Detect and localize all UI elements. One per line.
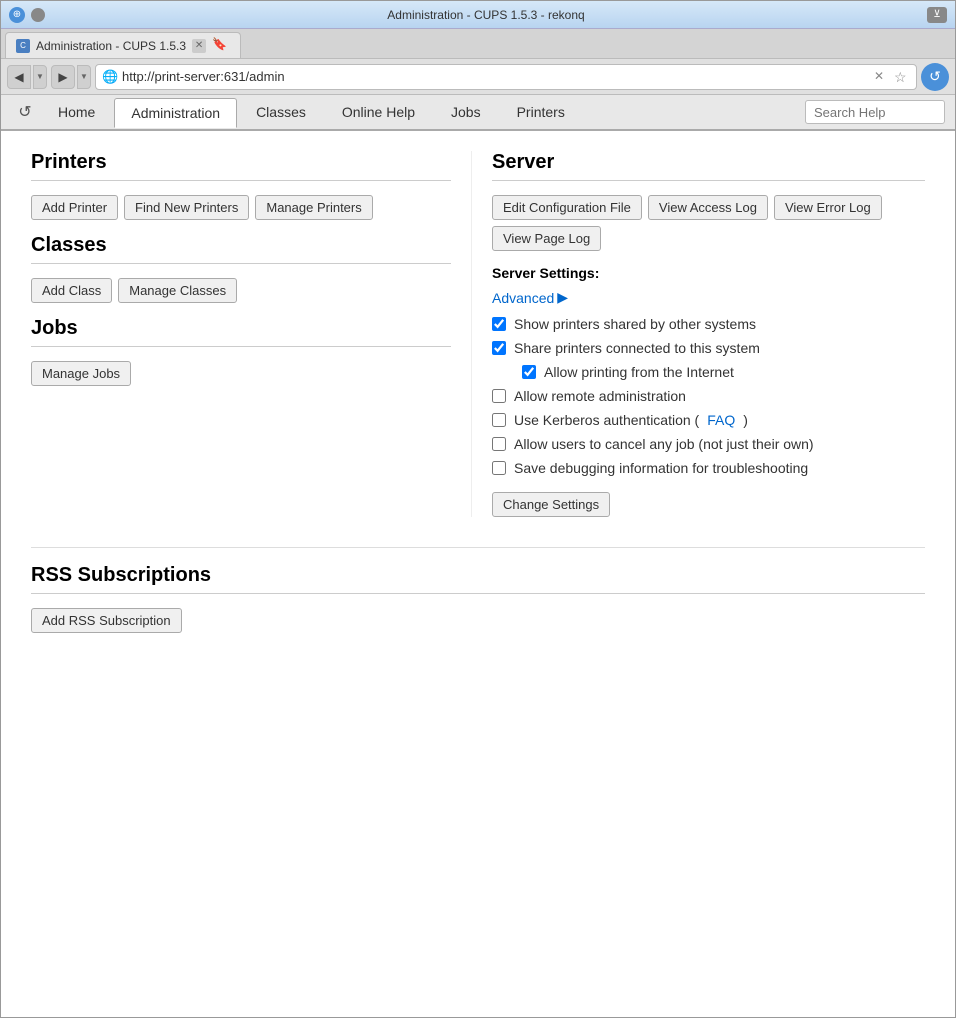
rss-divider [31,593,925,594]
nav-forward-dropdown[interactable]: ▼ [77,65,91,89]
find-new-printers-button[interactable]: Find New Printers [124,195,249,220]
nav-back-forward-group: ◀ ▼ [7,65,47,89]
add-class-button[interactable]: Add Class [31,278,112,303]
checkbox-debug[interactable] [492,461,506,475]
window-close-btn[interactable] [31,8,45,22]
address-clear-icon[interactable]: ✕ [874,69,890,85]
right-column: Server Edit Configuration File View Acce… [471,151,925,517]
address-star-icon[interactable]: ☆ [894,69,910,85]
main-two-column: Printers Add Printer Find New Printers M… [31,151,925,517]
jobs-title: Jobs [31,317,451,340]
tab-home[interactable]: Home [41,97,112,127]
advanced-arrow-icon: ▶ [557,289,568,306]
change-settings-button[interactable]: Change Settings [492,492,610,517]
checkbox-row-share-other: Show printers shared by other systems [492,316,925,332]
advanced-label: Advanced [492,290,554,306]
jobs-section: Jobs Manage Jobs [31,317,451,386]
tab-favicon: C [16,39,30,53]
tab-administration[interactable]: Administration [114,98,237,128]
printers-button-group: Add Printer Find New Printers Manage Pri… [31,195,451,220]
checkbox-cancel-any[interactable] [492,437,506,451]
address-input[interactable] [122,69,870,84]
title-bar: ⊕ Administration - CUPS 1.5.3 - rekonq ⊻ [1,1,955,29]
manage-classes-button[interactable]: Manage Classes [118,278,237,303]
tab-jobs[interactable]: Jobs [434,97,498,127]
tab-classes[interactable]: Classes [239,97,323,127]
manage-printers-button[interactable]: Manage Printers [255,195,372,220]
nav-reload-btn[interactable]: ↺ [921,63,949,91]
nav-back-btn[interactable]: ◀ [7,65,31,89]
checkbox-row-cancel-any: Allow users to cancel any job (not just … [492,436,925,452]
tab-bookmark-icon: 🔖 [212,37,230,55]
view-access-log-button[interactable]: View Access Log [648,195,768,220]
rss-section: RSS Subscriptions Add RSS Subscription [31,547,925,633]
classes-divider [31,263,451,264]
title-bar-left: ⊕ [9,7,45,23]
server-divider [492,180,925,181]
jobs-divider [31,346,451,347]
checkbox-share-this[interactable] [492,341,506,355]
browser-icon: ⊕ [9,7,25,23]
add-printer-button[interactable]: Add Printer [31,195,118,220]
checkbox-label-allow-internet: Allow printing from the Internet [544,364,734,380]
manage-jobs-button[interactable]: Manage Jobs [31,361,131,386]
server-settings-label: Server Settings: [492,265,925,281]
classes-title: Classes [31,234,451,257]
tab-bar: C Administration - CUPS 1.5.3 ✕ 🔖 [1,29,955,59]
checkbox-label-debug: Save debugging information for troublesh… [514,460,808,476]
tab-title: Administration - CUPS 1.5.3 [36,39,186,53]
advanced-link[interactable]: Advanced ▶ [492,289,568,306]
checkbox-row-debug: Save debugging information for troublesh… [492,460,925,476]
tab-printers[interactable]: Printers [500,97,582,127]
browser-window: ⊕ Administration - CUPS 1.5.3 - rekonq ⊻… [0,0,956,1018]
view-error-log-button[interactable]: View Error Log [774,195,882,220]
server-title: Server [492,151,925,174]
faq-link[interactable]: FAQ [707,412,735,428]
checkbox-row-allow-internet: Allow printing from the Internet [522,364,925,380]
window-title: Administration - CUPS 1.5.3 - rekonq [45,8,927,22]
nav-forward-group: ▶ ▼ [51,65,91,89]
rss-button-group: Add RSS Subscription [31,608,925,633]
window-maximize-btn[interactable]: ⊻ [927,7,947,23]
checkbox-label-share-other: Show printers shared by other systems [514,316,756,332]
checkbox-allow-internet[interactable] [522,365,536,379]
edit-config-button[interactable]: Edit Configuration File [492,195,642,220]
nav-back-dropdown[interactable]: ▼ [33,65,47,89]
nav-forward-btn[interactable]: ▶ [51,65,75,89]
cups-refresh-icon[interactable]: ↺ [11,98,39,126]
printers-title: Printers [31,151,451,174]
jobs-button-group: Manage Jobs [31,361,451,386]
address-bar[interactable]: 🌐 ✕ ☆ [95,64,917,90]
checkbox-label-cancel-any: Allow users to cancel any job (not just … [514,436,814,452]
server-button-group: Edit Configuration File View Access Log … [492,195,925,251]
checkbox-share-other[interactable] [492,317,506,331]
checkbox-label-remote-admin: Allow remote administration [514,388,686,404]
tab-close-btn[interactable]: ✕ [192,39,206,53]
browser-tab[interactable]: C Administration - CUPS 1.5.3 ✕ 🔖 [5,32,241,58]
advanced-link-row: Advanced ▶ [492,289,925,316]
cups-nav: ↺ Home Administration Classes Online Hel… [1,95,955,131]
nav-bar: ◀ ▼ ▶ ▼ 🌐 ✕ ☆ ↺ [1,59,955,95]
page-content: Printers Add Printer Find New Printers M… [1,131,955,1017]
tab-online-help[interactable]: Online Help [325,97,432,127]
classes-button-group: Add Class Manage Classes [31,278,451,303]
checkbox-remote-admin[interactable] [492,389,506,403]
checkbox-kerberos[interactable] [492,413,506,427]
checkbox-label-kerberos-prefix: Use Kerberos authentication ( [514,412,699,428]
view-page-log-button[interactable]: View Page Log [492,226,601,251]
checkbox-row-kerberos: Use Kerberos authentication (FAQ) [492,412,925,428]
checkbox-label-share-this: Share printers connected to this system [514,340,760,356]
rss-title: RSS Subscriptions [31,564,925,587]
left-column: Printers Add Printer Find New Printers M… [31,151,471,517]
server-section: Server Edit Configuration File View Acce… [492,151,925,517]
printers-divider [31,180,451,181]
add-rss-subscription-button[interactable]: Add RSS Subscription [31,608,182,633]
checkbox-row-remote-admin: Allow remote administration [492,388,925,404]
search-input[interactable] [805,100,945,124]
classes-section: Classes Add Class Manage Classes [31,234,451,303]
printers-section: Printers Add Printer Find New Printers M… [31,151,451,220]
change-settings-row: Change Settings [492,492,925,517]
address-globe-icon: 🌐 [102,69,118,85]
checkbox-row-share-this: Share printers connected to this system [492,340,925,356]
